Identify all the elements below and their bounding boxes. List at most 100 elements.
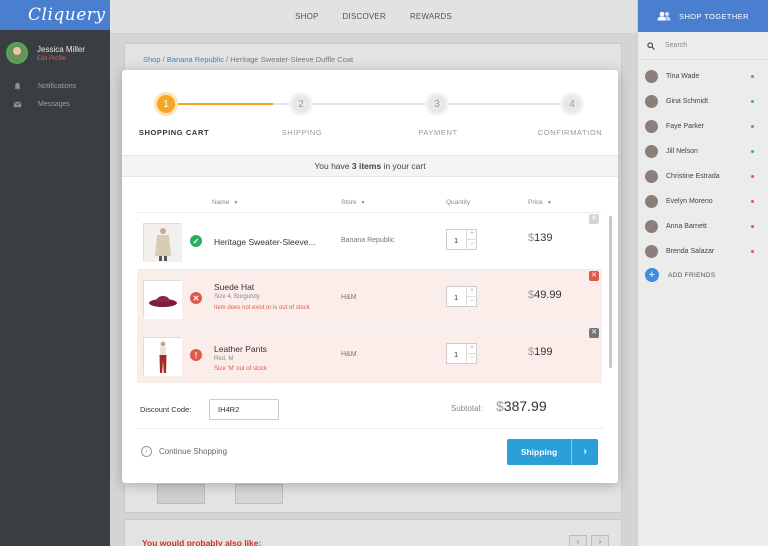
- table-row: ! Leather Pants Red, M Size 'M' out of s…: [137, 326, 602, 383]
- nav-shop[interactable]: SHOP: [295, 12, 318, 21]
- table-header: Name ▼ Store ▼ Quantity Price ▼: [122, 196, 618, 212]
- step-4-label[interactable]: CONFIRMATION: [522, 128, 618, 137]
- column-name[interactable]: Name ▼: [212, 199, 238, 206]
- remove-item-button[interactable]: ✕: [589, 328, 599, 338]
- friend-item[interactable]: Brenda Salazar: [638, 239, 768, 264]
- step-3-label[interactable]: PAYMENT: [390, 128, 486, 137]
- scrollbar[interactable]: [609, 216, 612, 368]
- item-name[interactable]: Leather Pants: [214, 344, 267, 354]
- item-price: $139: [528, 232, 553, 244]
- status-dot: [751, 225, 754, 228]
- discount-label: Discount Code:: [140, 405, 192, 414]
- bell-icon: [14, 82, 21, 90]
- discount-code-input[interactable]: [209, 399, 279, 420]
- table-row: ✓ Heritage Sweater-Sleeve... Banana Repu…: [137, 212, 602, 269]
- friend-search[interactable]: Search: [638, 32, 768, 60]
- next-arrow-button[interactable]: ›: [591, 535, 609, 546]
- sidebar-item-messages[interactable]: Messages: [0, 95, 110, 113]
- quantity-value[interactable]: 1: [454, 293, 458, 302]
- friend-item[interactable]: Christine Estrada: [638, 164, 768, 189]
- remove-item-button[interactable]: ✕: [589, 271, 599, 281]
- envelope-icon: [13, 101, 22, 107]
- status-dot: [751, 75, 754, 78]
- recommendations-section: You would probably also like: ‹ ›: [124, 519, 622, 546]
- item-price: $199: [528, 346, 553, 358]
- avatar: [645, 220, 658, 233]
- sort-caret-icon: ▼: [360, 200, 366, 206]
- step-1-label[interactable]: SHOPPING CART: [126, 128, 222, 137]
- edit-profile-link[interactable]: Edit Profile: [37, 56, 85, 62]
- nav-discover[interactable]: DISCOVER: [343, 12, 386, 21]
- quantity-value[interactable]: 1: [454, 236, 458, 245]
- app-logo[interactable]: Cliquery: [28, 5, 106, 25]
- status-dot: [751, 150, 754, 153]
- step-4-circle[interactable]: 4: [560, 92, 584, 116]
- avatar[interactable]: [6, 42, 28, 64]
- product-image[interactable]: [143, 280, 182, 319]
- status-dot: [751, 125, 754, 128]
- sidebar-item-notifications[interactable]: Notifications: [0, 77, 110, 95]
- pants-image: [144, 338, 182, 376]
- friend-item[interactable]: Gina Schmidt: [638, 89, 768, 114]
- checkout-stepper: 1 2 3 4 SHOPPING CART SHIPPING PAYMENT C…: [122, 70, 618, 155]
- avatar: [645, 195, 658, 208]
- sort-caret-icon: ▼: [233, 200, 239, 206]
- shop-together-header[interactable]: SHOP TOGETHER: [638, 0, 768, 32]
- top-nav: SHOP DISCOVER REWARDS: [110, 0, 637, 34]
- decrement-button[interactable]: −: [466, 240, 477, 250]
- check-icon: ✓: [190, 235, 202, 247]
- step-1-circle[interactable]: 1: [154, 92, 178, 116]
- decrement-button[interactable]: −: [466, 354, 477, 364]
- product-image[interactable]: [143, 223, 182, 262]
- nav-rewards[interactable]: REWARDS: [410, 12, 452, 21]
- item-name[interactable]: Heritage Sweater-Sleeve...: [214, 237, 316, 247]
- product-thumbnail[interactable]: [235, 484, 283, 504]
- friend-item[interactable]: Evelyn Moreno: [638, 189, 768, 214]
- shop-together-title: SHOP TOGETHER: [679, 11, 749, 21]
- friend-item[interactable]: Faye Parker: [638, 114, 768, 139]
- column-price[interactable]: Price ▼: [528, 199, 552, 206]
- friend-name: Jill Nelson: [666, 148, 698, 155]
- step-2-label[interactable]: SHIPPING: [254, 128, 350, 137]
- increment-button[interactable]: +: [466, 287, 477, 297]
- decrement-button[interactable]: −: [466, 297, 477, 307]
- error-icon: ✕: [190, 292, 202, 304]
- search-input[interactable]: Search: [665, 42, 687, 49]
- column-store[interactable]: Store ▼: [341, 199, 366, 206]
- add-friends-button[interactable]: + ADD FRIENDS: [638, 268, 768, 282]
- continue-shopping-label: Continue Shopping: [159, 447, 228, 456]
- quantity-stepper[interactable]: 1 + −: [446, 229, 477, 250]
- quantity-value[interactable]: 1: [454, 350, 458, 359]
- prev-arrow-button[interactable]: ‹: [569, 535, 587, 546]
- increment-button[interactable]: +: [466, 230, 477, 240]
- increment-button[interactable]: +: [466, 344, 477, 354]
- item-store: H&M: [341, 294, 357, 301]
- avatar: [645, 95, 658, 108]
- breadcrumb-store[interactable]: Banana Republic: [167, 55, 224, 64]
- item-price: $49.99: [528, 289, 562, 301]
- product-image[interactable]: [143, 337, 182, 376]
- next-shipping-button[interactable]: Shipping ›: [507, 439, 598, 465]
- next-button-label: Shipping: [520, 447, 558, 457]
- profile: Jessica Miller Edit Profile: [0, 30, 110, 64]
- warning-icon: !: [190, 349, 202, 361]
- quantity-stepper[interactable]: 1 + −: [446, 286, 477, 307]
- step-2-circle[interactable]: 2: [289, 92, 313, 116]
- avatar: [645, 170, 658, 183]
- quantity-stepper[interactable]: 1 + −: [446, 343, 477, 364]
- continue-shopping-link[interactable]: ‹ Continue Shopping: [141, 446, 227, 457]
- step-3-circle[interactable]: 3: [425, 92, 449, 116]
- sort-caret-icon: ▼: [546, 200, 552, 206]
- status-dot: [751, 250, 754, 253]
- subtotal-label: Subtotal:: [451, 404, 483, 413]
- item-error: Size 'M' out of stock: [214, 366, 267, 372]
- product-thumbnail[interactable]: [157, 484, 205, 504]
- friend-item[interactable]: Tina Wade: [638, 64, 768, 89]
- breadcrumb-shop[interactable]: Shop: [143, 55, 161, 64]
- friend-item[interactable]: Anna Barnett: [638, 214, 768, 239]
- friend-item[interactable]: Jill Nelson: [638, 139, 768, 164]
- shop-together-panel: SHOP TOGETHER Search Tina Wade Gina Schmi…: [637, 0, 768, 546]
- remove-item-button[interactable]: ✕: [589, 214, 599, 224]
- add-friends-label: ADD FRIENDS: [668, 271, 716, 279]
- item-name[interactable]: Suede Hat: [214, 282, 254, 292]
